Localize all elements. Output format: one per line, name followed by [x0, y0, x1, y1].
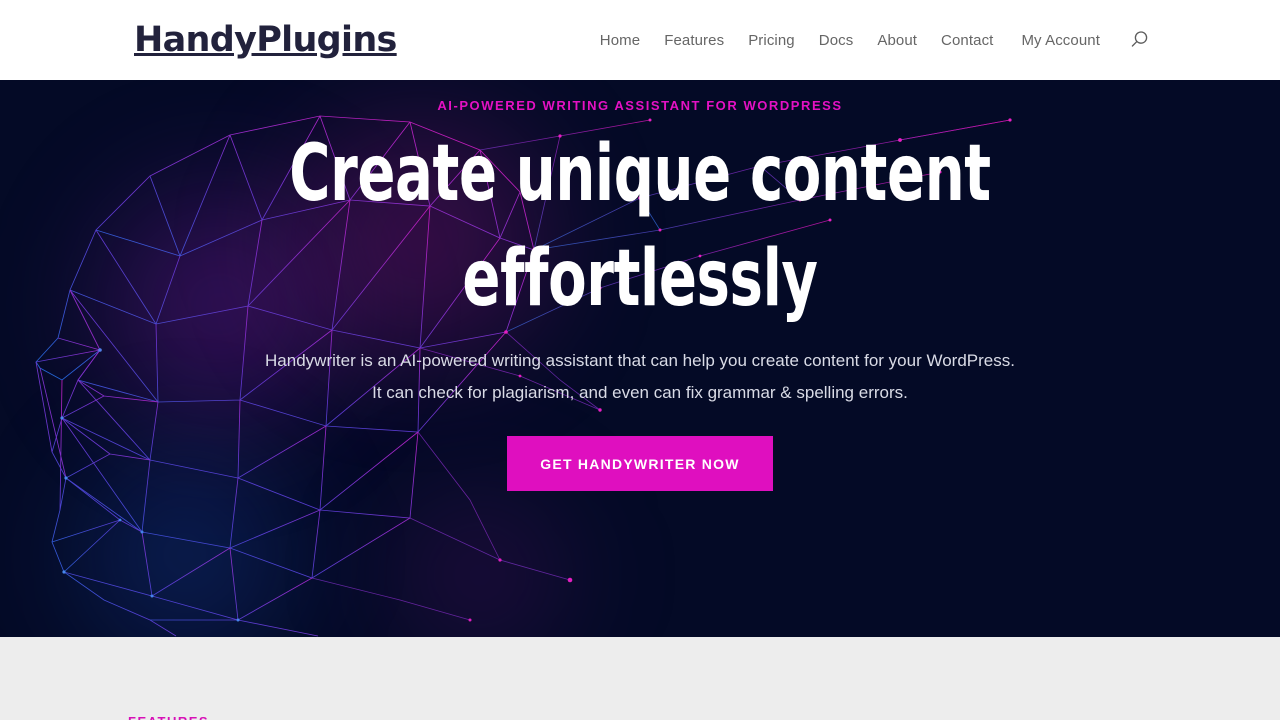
features-eyebrow: FEATURES: [128, 714, 1280, 720]
search-toggle-button[interactable]: [1126, 27, 1152, 53]
nav-item-home[interactable]: Home: [588, 32, 652, 49]
site-logo[interactable]: HandyPlugins: [134, 22, 397, 58]
hero-section: AI-POWERED WRITING ASSISTANT FOR WORDPRE…: [0, 80, 1280, 637]
nav-item-my-account[interactable]: My Account: [1005, 32, 1112, 49]
search-icon: [1128, 29, 1150, 51]
nav-item-contact[interactable]: Contact: [929, 32, 1005, 49]
hero-title: Create unique content effortlessly: [0, 130, 1280, 323]
features-section: FEATURES: [0, 637, 1280, 720]
hero-subtitle-line-2: It can check for plagiarism, and even ca…: [372, 383, 908, 402]
nav-item-docs[interactable]: Docs: [807, 32, 866, 49]
nav-item-features[interactable]: Features: [652, 32, 736, 49]
hero-subtitle: Handywriter is an AI-powered writing ass…: [0, 345, 1280, 409]
hero-content: AI-POWERED WRITING ASSISTANT FOR WORDPRE…: [0, 80, 1280, 491]
nav-item-about[interactable]: About: [865, 32, 929, 49]
hero-title-line-1: Create unique content: [289, 129, 991, 219]
hero-subtitle-line-1: Handywriter is an AI-powered writing ass…: [265, 351, 1015, 370]
hero-cta-wrapper: GET HANDYWRITER NOW: [0, 436, 1280, 491]
get-handywriter-now-button[interactable]: GET HANDYWRITER NOW: [507, 436, 773, 491]
site-header: HandyPlugins Home Features Pricing Docs …: [0, 0, 1280, 80]
nav-item-pricing[interactable]: Pricing: [736, 32, 807, 49]
hero-title-line-2: effortlessly: [462, 234, 818, 324]
primary-navigation: Home Features Pricing Docs About Contact…: [588, 27, 1152, 53]
hero-eyebrow: AI-POWERED WRITING ASSISTANT FOR WORDPRE…: [437, 98, 843, 113]
